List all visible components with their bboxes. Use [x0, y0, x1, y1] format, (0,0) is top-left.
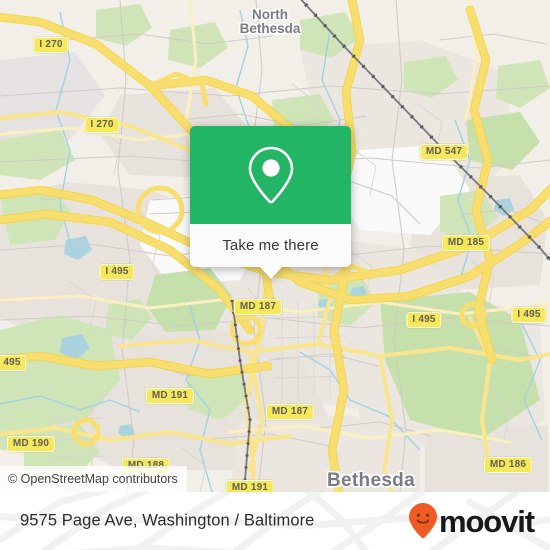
road-shield-i270-b: I 270	[84, 117, 120, 133]
popup-icon-area	[190, 126, 351, 224]
road-shield-i495-a: I 495	[99, 264, 135, 280]
moovit-map-screen: .water { fill:#aad3df; } .stream { fill:…	[0, 0, 550, 550]
moovit-logo: moovit	[408, 502, 535, 540]
road-shield-i495-d: I 495	[0, 355, 27, 371]
moovit-wordmark: moovit	[438, 503, 535, 539]
moovit-smiley-pin-icon	[408, 503, 437, 539]
take-me-there-label: Take me there	[222, 237, 319, 254]
road-shield-md190: MD 190	[6, 436, 56, 452]
address-text: 9575 Page Ave, Washington / Baltimore	[20, 511, 315, 530]
location-popup-card[interactable]: Take me there	[190, 126, 351, 279]
road-shield-md191-b: MD 191	[225, 480, 275, 492]
road-shield-md186: MD 186	[483, 457, 533, 473]
footer-bar: 9575 Page Ave, Washington / Baltimore mo…	[0, 492, 550, 550]
take-me-there-button[interactable]: Take me there	[190, 224, 351, 267]
road-shield-md187-a: MD 187	[233, 299, 283, 315]
road-shield-md187-b: MD 187	[265, 404, 315, 420]
road-shield-i270-a: I 270	[33, 37, 69, 53]
map-attribution[interactable]: © OpenStreetMap contributors	[0, 466, 187, 492]
map-pin-icon	[248, 146, 293, 204]
map-canvas[interactable]: .water { fill:#aad3df; } .stream { fill:…	[0, 0, 550, 492]
road-shield-i495-c: I 495	[511, 307, 547, 323]
road-shield-md191-a: MD 191	[145, 388, 195, 404]
popup-tail	[258, 266, 283, 279]
road-shield-i495-b: I 495	[406, 312, 442, 328]
road-shield-md185: MD 185	[441, 235, 491, 251]
attribution-text: © OpenStreetMap contributors	[8, 472, 178, 486]
road-shield-md547: MD 547	[419, 144, 469, 160]
